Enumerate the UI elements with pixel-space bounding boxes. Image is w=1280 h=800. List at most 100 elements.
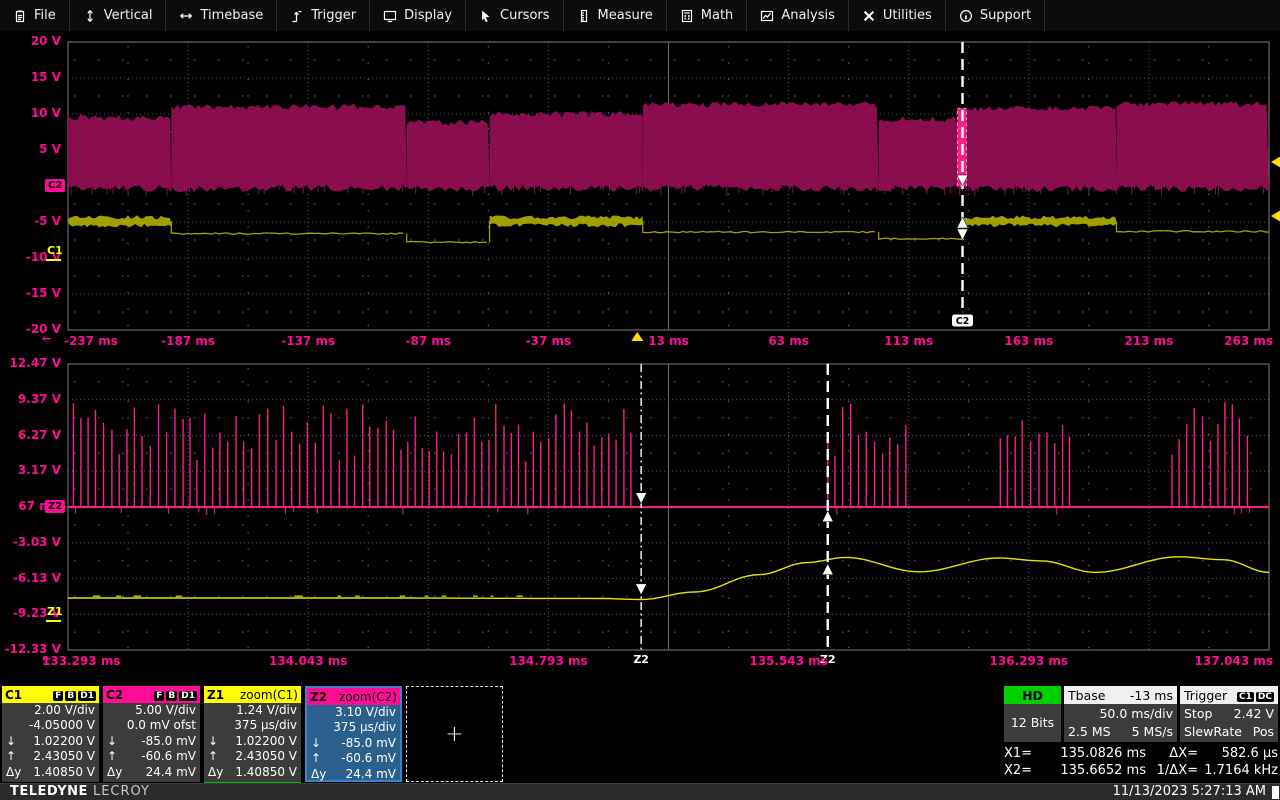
- zoom-timebase-xtick: 137.043 ms: [1143, 654, 1273, 668]
- dx-label: ΔX=: [1146, 746, 1198, 761]
- zoom-source-label: zoom(C2): [339, 690, 397, 704]
- menu-label: Support: [980, 8, 1031, 23]
- badge-b: B: [166, 691, 177, 701]
- menu-bar: File Vertical Timebase Trigger Display Cursor…: [0, 0, 1280, 32]
- descriptor-header: Z2 zoom(C2): [307, 688, 400, 705]
- zoom-timebase-plot[interactable]: Z2Z2: [68, 364, 1269, 650]
- cursor-prefix: ↑: [107, 749, 117, 764]
- descriptor-row: 1.24 V/div: [204, 703, 301, 718]
- descriptor-row: Δy 24.4 mV: [307, 767, 400, 782]
- timebase-box[interactable]: Tbase -13 ms 50.0 ms/div 2.5 MS 5 MS/s: [1064, 686, 1177, 742]
- main-timebase-ytick: 5 V: [0, 142, 61, 157]
- invdx-label: 1/ΔX=: [1146, 763, 1198, 778]
- add-trace-slot[interactable]: +: [406, 686, 503, 782]
- cursor-prefix: ↑: [6, 749, 16, 764]
- trace-indicator-c1[interactable]: C1: [47, 245, 63, 257]
- cursor-prefix: Δy: [6, 765, 21, 780]
- main-timebase-xtick: 113 ms: [844, 334, 974, 348]
- menu-trigger[interactable]: Trigger: [277, 0, 370, 31]
- descriptor-row: 375 µs/div: [307, 720, 400, 735]
- file-icon: [13, 9, 27, 23]
- timebase-delay: -13 ms: [1130, 688, 1173, 703]
- main-timebase-plot[interactable]: C2: [68, 42, 1269, 330]
- trace-indicator-underline: [46, 620, 61, 622]
- status-bar: TELEDYNE LECROY 11/13/2023 5:27:13 AM: [0, 783, 1280, 800]
- descriptor-value: 1.02200 V: [33, 734, 95, 748]
- trigger-level-arrow[interactable]: [1271, 156, 1280, 168]
- trace-id-label: Z1: [207, 688, 224, 702]
- invdx-value: 1.7164 kHz: [1198, 763, 1278, 778]
- menu-utilities[interactable]: Utilities: [849, 0, 946, 31]
- trace-descriptor-c1[interactable]: C1FBD12.00 V/div-4.05000 V↓1.02200 V↑2.4…: [2, 686, 99, 782]
- trigger-box[interactable]: Trigger C1DC Stop 2.42 V SlewRate Pos: [1180, 686, 1278, 742]
- menu-measure[interactable]: Measure: [564, 0, 667, 31]
- menu-math[interactable]: Math: [667, 0, 748, 31]
- x1-label: X1=: [1004, 746, 1044, 761]
- cursor-readout-x1: X1= 135.0826 ms ΔX= 582.6 µs: [1004, 746, 1278, 761]
- descriptor-row: -4.05000 V: [2, 718, 99, 733]
- cursors-icon: [479, 9, 493, 23]
- descriptor-value: -60.6 mV: [341, 751, 396, 765]
- trace-descriptor-c2[interactable]: C2FBD15.00 V/div0.0 mV ofst↓-85.0 mV↑-60…: [103, 686, 200, 782]
- main-timebase-ytick: -20 V: [0, 322, 61, 337]
- timebase-scale: 50.0 ms/div: [1064, 704, 1177, 722]
- hd-mode-box[interactable]: HD 12 Bits: [1004, 686, 1061, 742]
- cursor-z2[interactable]: Z2: [633, 364, 649, 666]
- descriptor-value: 375 µs/div: [333, 720, 396, 734]
- trace-id-label: Z2: [310, 690, 327, 704]
- trace-indicator-c2[interactable]: C2: [45, 179, 65, 192]
- descriptor-row: Δy1.40850 V: [204, 765, 301, 780]
- menu-support[interactable]: Support: [946, 0, 1045, 31]
- descriptor-row: 375 µs/div: [204, 718, 301, 733]
- oscilloscope-screen: File Vertical Timebase Trigger Display Cursor…: [0, 0, 1280, 800]
- descriptor-value: 1.40850 V: [33, 765, 95, 779]
- trace-indicator-z1[interactable]: Z1: [47, 606, 63, 618]
- menu-cursors[interactable]: Cursors: [466, 0, 564, 31]
- descriptor-row: ↑2.43050 V: [2, 749, 99, 764]
- trigger-level-arrow[interactable]: [1271, 210, 1280, 222]
- menu-timebase[interactable]: Timebase: [166, 0, 277, 31]
- measure-icon: [577, 9, 591, 23]
- descriptor-value: 2.43050 V: [235, 749, 297, 763]
- descriptor-value: 2.00 V/div: [34, 703, 95, 717]
- cursor-prefix: Δy: [107, 765, 122, 780]
- descriptor-value: -60.6 mV: [141, 749, 196, 763]
- menu-label: Vertical: [104, 8, 153, 23]
- menu-label: Measure: [598, 8, 653, 23]
- analysis-icon: [760, 9, 774, 23]
- trace-indicator-z2[interactable]: Z2: [45, 500, 65, 513]
- sweep-start-arrow: ←: [42, 652, 51, 665]
- zoom-timebase-xtick: 136.293 ms: [964, 654, 1094, 668]
- descriptor-value: 24.4 mV: [146, 765, 196, 779]
- menu-label: Trigger: [311, 8, 356, 23]
- zoom-timebase-ytick: -6.13 V: [0, 571, 61, 586]
- menu-file[interactable]: File: [0, 0, 70, 31]
- descriptor-value: 24.4 mV: [346, 767, 396, 781]
- descriptor-row: ↓1.02200 V: [2, 734, 99, 749]
- timebase-icon: [179, 9, 193, 23]
- cursor-z2[interactable]: Z2: [820, 364, 836, 666]
- trace-descriptor-z2[interactable]: Z2zoom(C2)3.10 V/div375 µs/div↓-85.0 mV↑…: [305, 686, 402, 782]
- cursor-prefix: Δy: [208, 765, 223, 780]
- cursor-prefix: Δy: [311, 767, 326, 782]
- x1-value: 135.0826 ms: [1044, 746, 1146, 761]
- menu-display[interactable]: Display: [370, 0, 466, 31]
- x2-label: X2=: [1004, 763, 1044, 778]
- trace-descriptor-z1[interactable]: Z1zoom(C1)1.24 V/div375 µs/div↓1.02200 V…: [204, 686, 301, 782]
- trigger-badge-dc: DC: [1256, 692, 1274, 702]
- menu-label: Display: [404, 8, 452, 23]
- timebase-rate: 5 MS/s: [1132, 724, 1173, 739]
- trigger-icon: [290, 9, 304, 23]
- cursor-prefix: ↓: [311, 736, 321, 751]
- menu-label: Utilities: [883, 8, 932, 23]
- main-timebase-ytick: 10 V: [0, 106, 61, 121]
- zoom-timebase-ytick: 3.17 V: [0, 463, 61, 478]
- cursor-prefix: ↑: [311, 751, 321, 766]
- zoom-source-label: zoom(C1): [240, 688, 298, 702]
- support-icon: [959, 9, 973, 23]
- trigger-type: SlewRate: [1184, 724, 1242, 739]
- zoom-timebase-ytick: 12.47 V: [0, 356, 61, 371]
- menu-analysis[interactable]: Analysis: [747, 0, 849, 31]
- main-timebase-xtick: -137 ms: [243, 334, 373, 348]
- menu-vertical[interactable]: Vertical: [70, 0, 167, 31]
